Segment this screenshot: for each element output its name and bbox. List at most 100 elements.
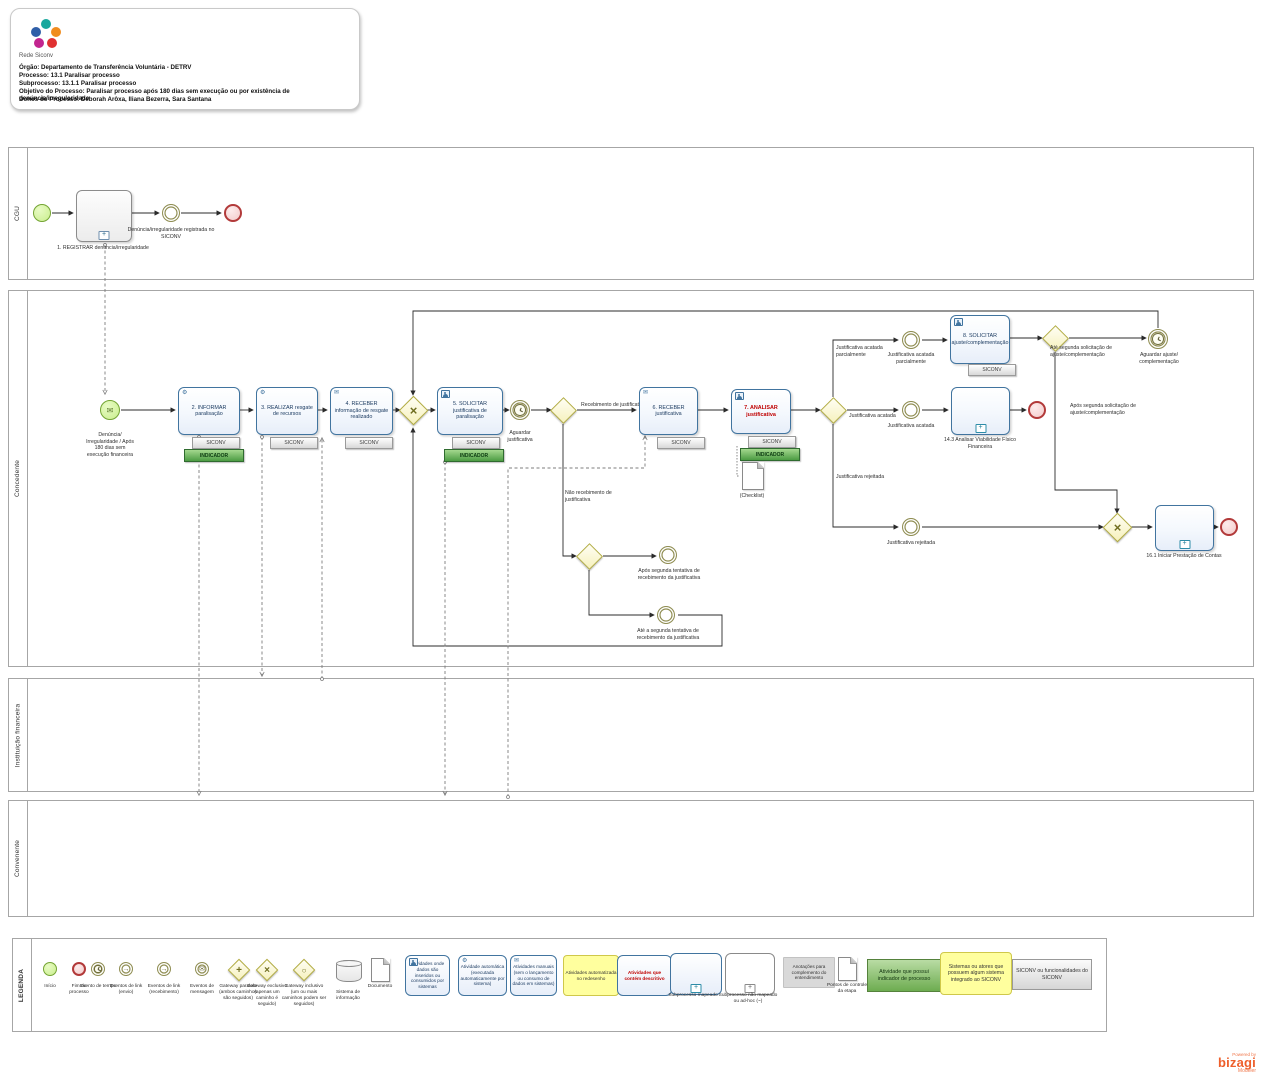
- start-event-cgu[interactable]: [33, 204, 51, 222]
- subprocess-prestacao-label: 16.1 Iniciar Prestação de Contas: [1145, 553, 1223, 560]
- link-event-ate-tentativa-label: Até a segunda tentativa de recebimento d…: [623, 628, 713, 641]
- user-icon: [735, 392, 744, 400]
- legend-user-task-box: Atividades onde dados são inseridos ou c…: [405, 955, 450, 996]
- legend-document-icon: [371, 958, 390, 982]
- start-event-label: Denúncia/ Irregularidade / Após 180 dias…: [83, 432, 137, 458]
- end-event-cgu[interactable]: [224, 204, 242, 222]
- link-event-ate-tentativa[interactable]: [657, 606, 675, 624]
- legend-label: Eventos de mensagem: [182, 984, 222, 996]
- timer-event-aguardar-justificativa[interactable]: [510, 400, 530, 420]
- brand-label: Rede Siconv: [19, 53, 53, 59]
- task-7-analisar-justificativa[interactable]: 7. ANALISAR justificativa: [731, 389, 791, 434]
- legend-automated-redesign-box: Atividades automatizada no redesenho: [563, 955, 619, 996]
- clock-icon: [1152, 333, 1164, 345]
- checklist-label: (Checklist): [727, 493, 777, 500]
- bpmn-diagram-canvas: Rede Siconv Órgão: Departamento de Trans…: [0, 0, 1264, 1080]
- header-orgao: Órgão: Departamento de Transferência Vol…: [19, 64, 191, 71]
- legend-label: Documento: [362, 984, 398, 990]
- process-header-card: Rede Siconv Órgão: Departamento de Trans…: [10, 8, 360, 110]
- pool-instituicao-financeira: Instituição financeira: [8, 678, 1254, 792]
- clock-icon: [514, 404, 526, 416]
- gear-icon: ⚙: [462, 958, 467, 964]
- link-event-acatada[interactable]: [902, 401, 920, 419]
- link-event-label: Denúncia/irregularidade registrada no SI…: [127, 227, 215, 240]
- siconv-tag: SICONV: [968, 364, 1016, 376]
- task-8-solicitar-ajuste[interactable]: 8. SOLICITAR ajuste/complementação: [950, 315, 1010, 364]
- branch-label-acatada: Justificativa acatada: [849, 413, 899, 420]
- envelope-icon: ✉: [514, 958, 519, 964]
- siconv-tag: SICONV: [748, 436, 796, 448]
- siconv-tag: SICONV: [192, 437, 240, 449]
- link-event-denuncia-registrada[interactable]: [162, 204, 180, 222]
- gear-icon: ⚙: [182, 390, 187, 396]
- pool-label-convenente: Convenente: [9, 801, 28, 916]
- legend-subprocess-unmapped-box: +: [725, 953, 775, 995]
- envelope-icon: ✉: [334, 390, 339, 396]
- legend-timer-icon: [91, 962, 105, 976]
- legend-label: Eventos de link (recebimento): [141, 984, 187, 996]
- subprocess-plus-icon: +: [975, 424, 986, 433]
- link-event-rejeitada[interactable]: [902, 518, 920, 536]
- legend-control-point-icon: [838, 957, 857, 981]
- indicador-tag: INDICADOR: [444, 449, 504, 462]
- link-event-apos-tentativa[interactable]: [659, 546, 677, 564]
- legend-label: Início: [36, 984, 64, 990]
- legend-start-icon: [43, 962, 57, 976]
- legend-label: Pontos de controle da etapa: [826, 983, 868, 995]
- task-3-realizar-resgate[interactable]: ⚙ 3. REALIZAR resgate de recursos: [256, 387, 318, 435]
- pool-convenente: Convenente: [8, 800, 1254, 917]
- envelope-icon: ✉: [643, 390, 648, 396]
- message-start-event-concedente[interactable]: ✉: [100, 400, 120, 420]
- legend-manual-task-box: ✉ Atividades manuais (sem o lançamento o…: [510, 955, 557, 996]
- legend-end-icon: [72, 962, 86, 976]
- task-6-receber-justificativa[interactable]: ✉ 6. RECEBER justificativa: [639, 387, 698, 435]
- pool-label-instituicao: Instituição financeira: [9, 679, 28, 791]
- subprocess-plus-icon: +: [99, 231, 110, 240]
- subprocess-viabilidade-label: 14.3 Analisar Viabilidade Físico Finance…: [934, 437, 1026, 450]
- pool-label-cgu: CGU: [9, 148, 28, 279]
- task-2-informar-paralisacao[interactable]: ⚙ 2. INFORMAR paralisação: [178, 387, 240, 435]
- link-event-rejeitada-label: Justificativa rejeitada: [885, 540, 937, 547]
- timer-ajuste-label: Aguardar ajuste/ complementação: [1122, 352, 1196, 365]
- legend-siconv-box: SICONV ou funcionalidades do SICONV: [1012, 959, 1092, 990]
- bizagi-logo: Powered by bizagi Modeler: [1218, 1052, 1256, 1074]
- bizagi-brand-label: bizagi: [1218, 1057, 1256, 1068]
- subprocess-analisar-viabilidade[interactable]: +: [951, 387, 1010, 435]
- link-event-acatada-label: Justificativa acatada: [885, 423, 937, 430]
- subprocess-iniciar-prestacao[interactable]: +: [1155, 505, 1214, 551]
- envelope-icon: ✉: [101, 401, 119, 419]
- legend-subprocess-mapped-box: +: [670, 953, 722, 995]
- subprocess-plus-icon: +: [1179, 540, 1190, 549]
- link-event-acatada-parcialmente-label: Justificativa acatada parcialmente: [884, 352, 938, 365]
- header-processo: Processo: 13.1 Paralisar processo: [19, 72, 120, 79]
- indicador-tag: INDICADOR: [740, 448, 800, 461]
- powered-by-label: Powered by: [1218, 1052, 1256, 1057]
- link-event-apos-tentativa-label: Após segunda tentativa de recebimento da…: [626, 568, 712, 581]
- branch-label-rejeitada: Justificativa rejeitada: [836, 474, 886, 481]
- indicador-tag: INDICADOR: [184, 449, 244, 462]
- legend-label: Subprocesso não mapeado ou ad-hoc (~): [716, 993, 780, 1005]
- pool-cgu: CGU: [8, 147, 1254, 280]
- apos-segunda-solicitacao-label: Após segunda solicitação de ajuste/compl…: [1070, 403, 1158, 416]
- bizagi-product-label: Modeler: [1218, 1068, 1256, 1074]
- legend-label: Subprocesso mapeado: [662, 993, 724, 999]
- legend-database-icon: [336, 960, 362, 982]
- legend-auto-task-box: ⚙ Atividade automática (executada automa…: [458, 955, 507, 996]
- timer-event-aguardar-ajuste[interactable]: [1148, 329, 1168, 349]
- user-icon: [409, 958, 418, 966]
- x-marker-icon: ×: [404, 401, 423, 420]
- task-4-receber-informacao-resgate[interactable]: ✉ 4. RECEBER informação de resgate reali…: [330, 387, 393, 435]
- x-marker-icon: ×: [1108, 518, 1127, 537]
- task-1-registrar-denuncia[interactable]: +: [76, 190, 132, 242]
- user-icon: [441, 390, 450, 398]
- task-5-solicitar-justificativa[interactable]: 5. SOLICITAR justificativa de paralisaçã…: [437, 387, 503, 435]
- pool-label-concedente: Concedente: [9, 291, 28, 666]
- siconv-tag: SICONV: [657, 437, 705, 449]
- end-event-final[interactable]: [1220, 518, 1238, 536]
- siconv-tag: SICONV: [270, 437, 318, 449]
- end-event-viabilidade[interactable]: [1028, 401, 1046, 419]
- legend-integrated-systems-box: Sistemas ou atores que possuem algum sis…: [940, 952, 1012, 995]
- link-event-acatada-parcialmente[interactable]: [902, 331, 920, 349]
- legend-message-icon: ✉: [195, 962, 209, 976]
- branch-label-parcial: Justificativa acatada parcialmente: [836, 345, 890, 358]
